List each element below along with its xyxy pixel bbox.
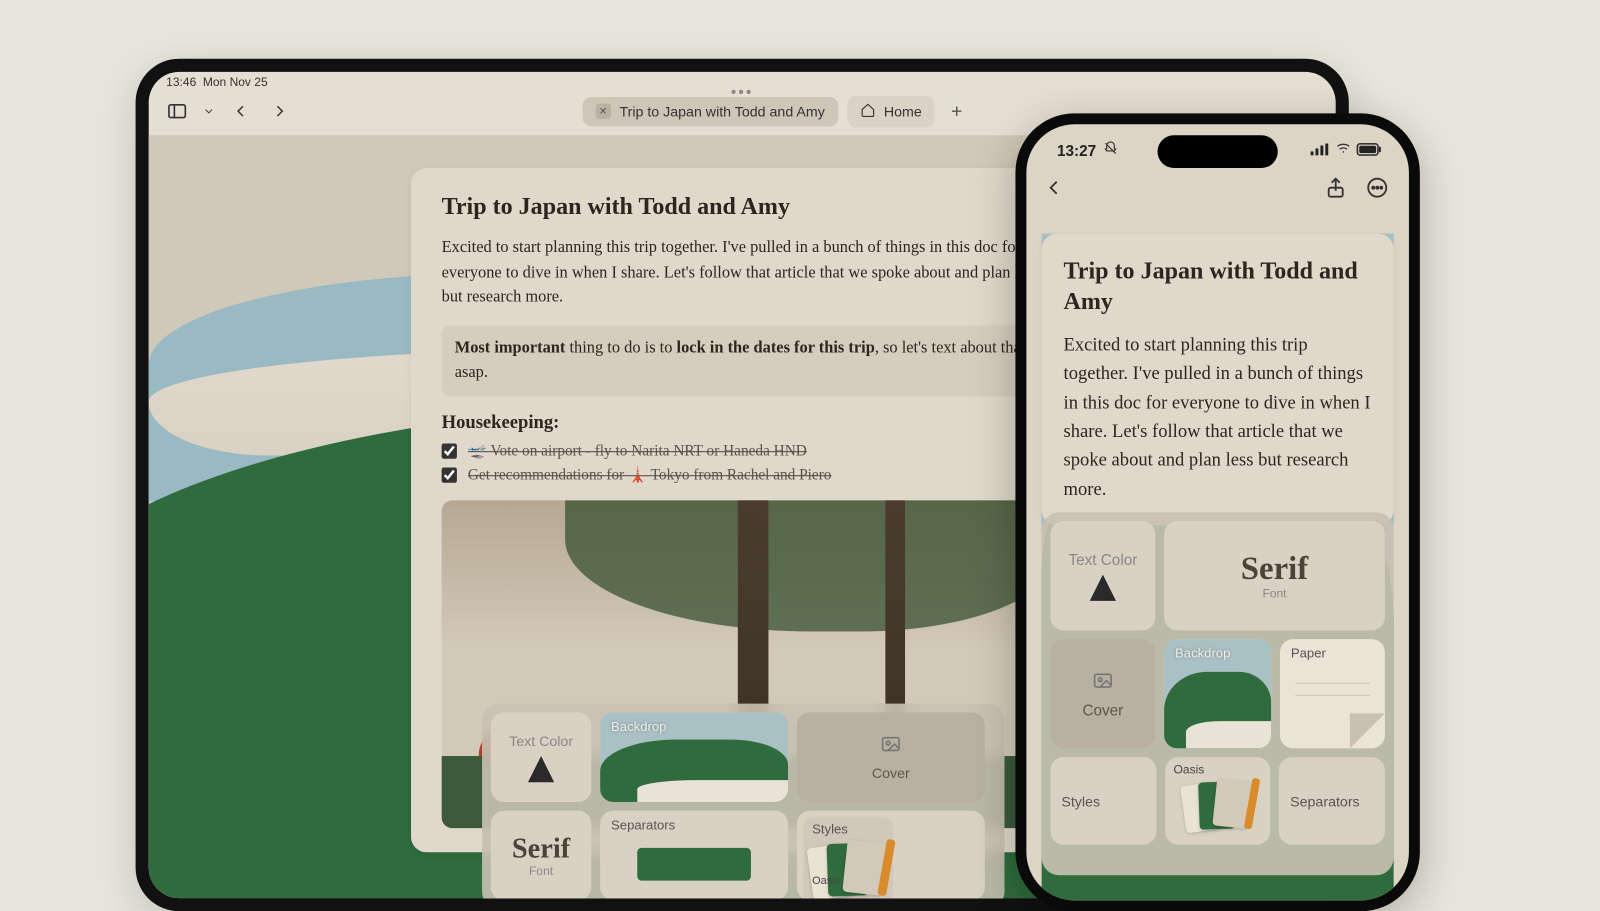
tile-font[interactable]: Serif Font xyxy=(491,811,592,898)
image-icon xyxy=(880,733,902,760)
ipad-date: Mon Nov 25 xyxy=(203,76,268,89)
ph-tile-text-color[interactable]: Text Color xyxy=(1050,521,1155,630)
oasis-label: Oasis xyxy=(812,875,840,887)
tile-text-color[interactable]: Text Color xyxy=(491,712,592,802)
style-palette: Text Color Backdrop Cover Serif Font xyxy=(482,704,1004,899)
tab-close-icon[interactable]: ✕ xyxy=(595,104,610,119)
ph-textcolor-label: Text Color xyxy=(1068,551,1137,568)
home-icon xyxy=(860,102,875,121)
doc-title: Trip to Japan with Todd and Amy xyxy=(442,192,1058,220)
sidebar-toggle-icon[interactable] xyxy=(162,96,193,127)
iphone-nav xyxy=(1026,160,1409,211)
callout-strong2: lock in the dates for this trip xyxy=(677,339,875,356)
tab-title: Trip to Japan with Todd and Amy xyxy=(619,103,824,119)
dynamic-island xyxy=(1158,135,1278,168)
iphone-time: 13:27 xyxy=(1057,141,1096,158)
ph-pen-icon xyxy=(1090,575,1116,601)
sidebar-chevron-icon[interactable] xyxy=(201,96,216,127)
iphone-doc-intro: Excited to start planning this trip toge… xyxy=(1064,331,1372,504)
check1-text: 🛫 Vote on airport - fly to Narita NRT or… xyxy=(468,442,807,461)
separators-label: Separators xyxy=(611,817,675,832)
ph-tile-styles[interactable]: Styles xyxy=(1050,757,1156,844)
serif-label: Serif xyxy=(512,833,570,866)
ph-oasis-label: Oasis xyxy=(1174,764,1205,777)
ph-backdrop-label: Backdrop xyxy=(1175,646,1230,661)
ph-styles-label: Styles xyxy=(1061,793,1100,809)
iphone-doc-title: Trip to Japan with Todd and Amy xyxy=(1064,255,1372,315)
ph-tile-font[interactable]: Serif Font xyxy=(1164,521,1385,630)
ph-tile-cover[interactable]: Cover xyxy=(1050,639,1155,748)
tile-cover[interactable]: Cover xyxy=(797,712,985,802)
cellular-icon xyxy=(1311,141,1331,158)
callout-strong1: Most important xyxy=(455,339,566,356)
tile-styles[interactable]: Styles Oasis Paper xyxy=(797,811,985,898)
iphone-style-palette: Text Color Serif Font Cover xyxy=(1042,512,1394,875)
tile-separators[interactable]: Separators xyxy=(600,811,788,898)
check2-text: Get recommendations for 🗼 Tokyo from Rac… xyxy=(468,466,832,485)
battery-icon xyxy=(1356,141,1382,158)
ph-tile-backdrop[interactable]: Backdrop xyxy=(1164,639,1271,748)
backdrop-label: Backdrop xyxy=(611,719,666,734)
silent-icon xyxy=(1103,141,1118,160)
share-icon[interactable] xyxy=(1324,176,1348,206)
checklist-item-1[interactable]: 🛫 Vote on airport - fly to Narita NRT or… xyxy=(442,442,1058,461)
new-tab-button[interactable]: + xyxy=(944,100,970,123)
nav-forward-icon[interactable] xyxy=(265,96,296,127)
doc-heading-housekeeping: Housekeeping: xyxy=(442,411,1058,433)
checkbox-2[interactable] xyxy=(442,468,457,483)
cover-label: Cover xyxy=(872,765,910,781)
iphone-body: Trip to Japan with Todd and Amy Excited … xyxy=(1042,234,1394,901)
tab-home[interactable]: Home xyxy=(847,95,935,127)
ph-paper-label: Paper xyxy=(1291,646,1326,661)
iphone-device: 13:27 xyxy=(1015,113,1419,911)
ph-image-icon xyxy=(1092,669,1114,696)
wifi-icon xyxy=(1335,140,1352,161)
ph-tile-paper[interactable]: Paper xyxy=(1280,639,1385,748)
styles-label: Styles xyxy=(812,822,848,837)
ipad-time: 13:46 xyxy=(166,76,196,89)
ph-font-sublabel: Font xyxy=(1262,588,1286,601)
more-icon[interactable] xyxy=(1365,176,1389,206)
checkbox-1[interactable] xyxy=(442,443,457,458)
ph-tile-separators[interactable]: Separators xyxy=(1279,757,1385,844)
font-sublabel: Font xyxy=(529,865,553,878)
pen-icon xyxy=(528,756,554,782)
tab-current-doc[interactable]: ✕ Trip to Japan with Todd and Amy xyxy=(582,96,838,126)
tab-home-label: Home xyxy=(884,103,922,119)
iphone-doc-card[interactable]: Trip to Japan with Todd and Amy Excited … xyxy=(1042,234,1394,526)
ipad-multitask-dots[interactable]: ••• xyxy=(731,83,754,100)
separator-swatch xyxy=(638,848,751,881)
callout-mid: thing to do is to xyxy=(565,339,676,356)
nav-back-icon[interactable] xyxy=(225,96,256,127)
doc-callout: Most important thing to do is to lock in… xyxy=(442,325,1058,396)
tile-backdrop[interactable]: Backdrop xyxy=(600,712,788,802)
ph-tile-oasis[interactable]: Oasis xyxy=(1165,757,1271,844)
ph-cover-label: Cover xyxy=(1082,701,1123,718)
checklist-item-2[interactable]: Get recommendations for 🗼 Tokyo from Rac… xyxy=(442,466,1058,485)
textcolor-label: Text Color xyxy=(509,733,573,749)
doc-intro: Excited to start planning this trip toge… xyxy=(442,236,1058,310)
ph-separators-label: Separators xyxy=(1290,793,1360,809)
ph-serif-label: Serif xyxy=(1241,551,1308,588)
back-icon[interactable] xyxy=(1042,176,1066,206)
iphone-screen: 13:27 xyxy=(1026,124,1409,900)
